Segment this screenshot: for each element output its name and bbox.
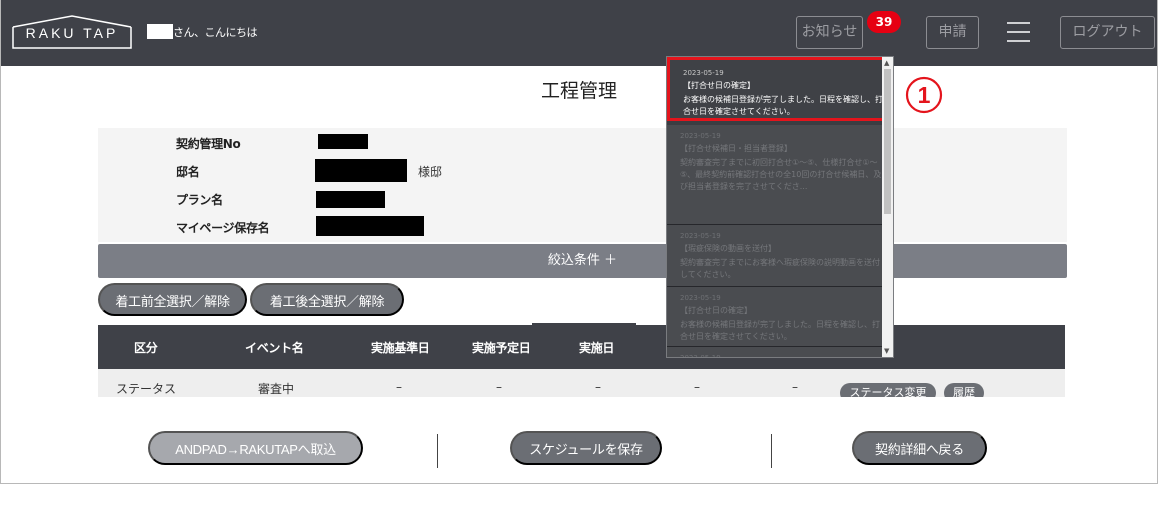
notification-body: お客様の候補日登録が完了しました。日程を確認し、打合せ日を確定させてください。 [683, 95, 883, 116]
notification-title: 【打合せ日の確定】 [680, 306, 752, 315]
contract-info-panel: 契約管理No 邸名 プラン名 マイページ保存名 [98, 128, 1067, 242]
header-event-name: イベント名 [245, 341, 304, 355]
app-window: RAKU TAP さん、こんにちは お知らせ 39 申請 ログアウト 工程管理 … [0, 0, 1158, 484]
save-schedule-button[interactable]: スケジュールを保存 [510, 431, 662, 465]
house-suffix: 様邸 [418, 165, 443, 179]
notification-date: 2023-05-19 [680, 354, 721, 358]
row-col7: – [792, 380, 798, 394]
circled-number-annotation: 1 [905, 76, 943, 114]
notification-title: 【打合せ候補日・担当者登録】 [680, 144, 792, 153]
divider [437, 434, 438, 468]
row-base-date: – [396, 380, 402, 394]
filter-toggle-bar[interactable]: 絞込条件 ＋ [98, 244, 1067, 278]
page-title: 工程管理 [541, 80, 618, 102]
select-before-start-button[interactable]: 着工前全選択／解除 [98, 283, 247, 316]
scroll-down-arrow-icon[interactable]: ▼ [884, 347, 889, 355]
notice-count-badge: 39 [867, 11, 901, 33]
contract-no-label: 契約管理No [176, 137, 241, 151]
notification-date: 2023-05-19 [680, 132, 721, 140]
notification-body: 契約審査完了までに初回打合せ①～⑤、仕様打合せ①～⑤、最終契約前確認打合せの全1… [680, 158, 882, 191]
notification-date: 2023-05-19 [680, 232, 721, 240]
notification-body: 契約審査完了までにお客様へ瑕疵保険の説明動画を送付してください。 [680, 258, 880, 279]
dropdown-scrollbar[interactable]: ▲ ▼ [882, 57, 893, 357]
row-actual-date: – [595, 380, 601, 394]
scroll-thumb[interactable] [884, 69, 891, 214]
notification-date: 2023-05-19 [683, 69, 724, 77]
notification-dropdown: 2023-05-19 【打合せ日の確定】 お客様の候補日登録が完了しました。日程… [666, 56, 894, 358]
notification-body: お客様の候補日登録が完了しました。日程を確認し、打合せ日を確定させてください。 [680, 320, 880, 341]
apply-button[interactable]: 申請 [926, 16, 979, 49]
redacted-house-name [315, 159, 407, 182]
hamburger-icon[interactable] [1007, 22, 1030, 42]
table-clip [98, 397, 1065, 407]
notification-item[interactable]: 2023-05-19 【打合せ日の確定】 お客様の候補日登録が完了しました。日程… [667, 287, 883, 347]
logo-text: RAKU TAP [25, 25, 119, 41]
header-category: 区分 [134, 341, 158, 355]
logout-button[interactable]: ログアウト [1060, 16, 1155, 49]
notification-title: 【打合せ日の確定】 [683, 81, 755, 90]
redacted-mypage-name [316, 216, 424, 236]
top-bar: RAKU TAP さん、こんにちは お知らせ 39 申請 ログアウト [1, 0, 1157, 66]
scroll-up-arrow-icon[interactable]: ▲ [884, 59, 889, 67]
plan-name-label: プラン名 [176, 193, 223, 207]
redacted-plan-name [316, 191, 385, 208]
row-planned-date: – [496, 380, 502, 394]
notification-title: 【瑕疵保険の動画を送付】 [680, 244, 776, 253]
select-after-start-button[interactable]: 着工後全選択／解除 [250, 283, 404, 316]
notification-item[interactable]: 2023-05-19 【打合せ日の確定】 お客様の候補日登録が完了しました。日程… [667, 57, 886, 121]
house-name-label: 邸名 [176, 165, 200, 179]
row-event-name: 審査中 [258, 382, 295, 396]
notification-date: 2023-05-19 [680, 294, 721, 302]
notification-item[interactable]: 2023-05-19 [667, 347, 883, 358]
redacted-contract-no [318, 134, 368, 149]
mypage-name-label: マイページ保存名 [176, 221, 270, 235]
callout-number: 1 [918, 82, 931, 108]
header-actual-date: 実施日 [579, 341, 615, 355]
table-row: ステータス 審査中 – – – – – ステータス変更 履歴 [98, 369, 1065, 403]
header-planned-date: 実施予定日 [472, 341, 531, 355]
schedule-table-header: 区分 イベント名 実施基準日 実施予定日 実施日 [98, 323, 1065, 369]
notice-button[interactable]: お知らせ [796, 16, 863, 49]
redacted-username [147, 24, 173, 39]
notification-item[interactable]: 2023-05-19 【打合せ候補日・担当者登録】 契約審査完了までに初回打合せ… [667, 125, 883, 225]
notification-item[interactable]: 2023-05-19 【瑕疵保険の動画を送付】 契約審査完了までにお客様へ瑕疵保… [667, 225, 883, 287]
logo[interactable]: RAKU TAP [12, 15, 132, 49]
row-col6: – [694, 380, 700, 394]
row-category: ステータス [116, 382, 177, 396]
divider [771, 434, 772, 468]
andpad-import-button[interactable]: ANDPAD→RAKUTAPへ取込 [148, 431, 363, 465]
greeting-text: さん、こんにちは [173, 26, 258, 39]
header-base-date: 実施基準日 [371, 341, 430, 355]
back-to-contract-button[interactable]: 契約詳細へ戻る [852, 431, 987, 465]
